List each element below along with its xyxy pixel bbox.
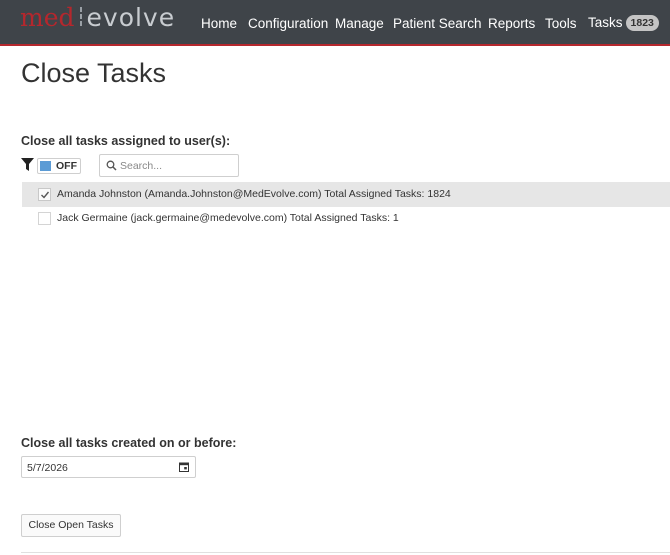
date-section-label: Close all tasks created on or before: [21, 436, 237, 450]
nav-tools[interactable]: Tools [545, 16, 577, 31]
filter-icon[interactable] [21, 158, 34, 172]
user-label: Jack Germaine (jack.germaine@medevolve.c… [57, 212, 399, 224]
user-search-box [99, 154, 239, 177]
medevolve-logo[interactable]: med evolve [20, 4, 175, 32]
user-checkbox[interactable] [38, 212, 51, 225]
filter-toggle[interactable]: OFF [37, 158, 81, 174]
user-label: Amanda Johnston (Amanda.Johnston@MedEvol… [57, 188, 451, 200]
nav-home[interactable]: Home [201, 16, 237, 31]
created-before-date-input[interactable] [27, 460, 167, 475]
page-title: Close Tasks [21, 58, 167, 88]
nav-configuration[interactable]: Configuration [248, 16, 328, 31]
logo-med-text: med [20, 3, 75, 32]
logo-evolve-text: evolve [86, 3, 176, 32]
search-icon [106, 160, 117, 171]
logo-separator [78, 6, 84, 28]
user-checkbox[interactable] [38, 188, 51, 201]
bottom-divider [21, 552, 670, 553]
toggle-knob [40, 161, 51, 171]
checkmark-icon [41, 191, 50, 199]
calendar-icon[interactable] [179, 462, 189, 472]
user-row-jack-germaine[interactable]: Jack Germaine (jack.germaine@medevolve.c… [22, 206, 670, 231]
nav-tasks[interactable]: Tasks 1823 [588, 14, 659, 32]
nav-manage[interactable]: Manage [335, 16, 384, 31]
nav-tasks-label: Tasks [588, 14, 623, 30]
created-before-date-field [21, 456, 196, 478]
nav-reports[interactable]: Reports [488, 16, 535, 31]
user-search-input[interactable] [120, 157, 234, 174]
users-section-label: Close all tasks assigned to user(s): [21, 134, 231, 148]
close-open-tasks-button[interactable]: Close Open Tasks [21, 514, 121, 537]
user-row-amanda-johnston[interactable]: Amanda Johnston (Amanda.Johnston@MedEvol… [22, 182, 670, 207]
tasks-count-badge: 1823 [625, 14, 659, 31]
toggle-label: OFF [56, 160, 77, 172]
top-navbar: med evolve Home Configuration Manage Pati… [0, 0, 670, 46]
nav-patient-search[interactable]: Patient Search [393, 16, 482, 31]
